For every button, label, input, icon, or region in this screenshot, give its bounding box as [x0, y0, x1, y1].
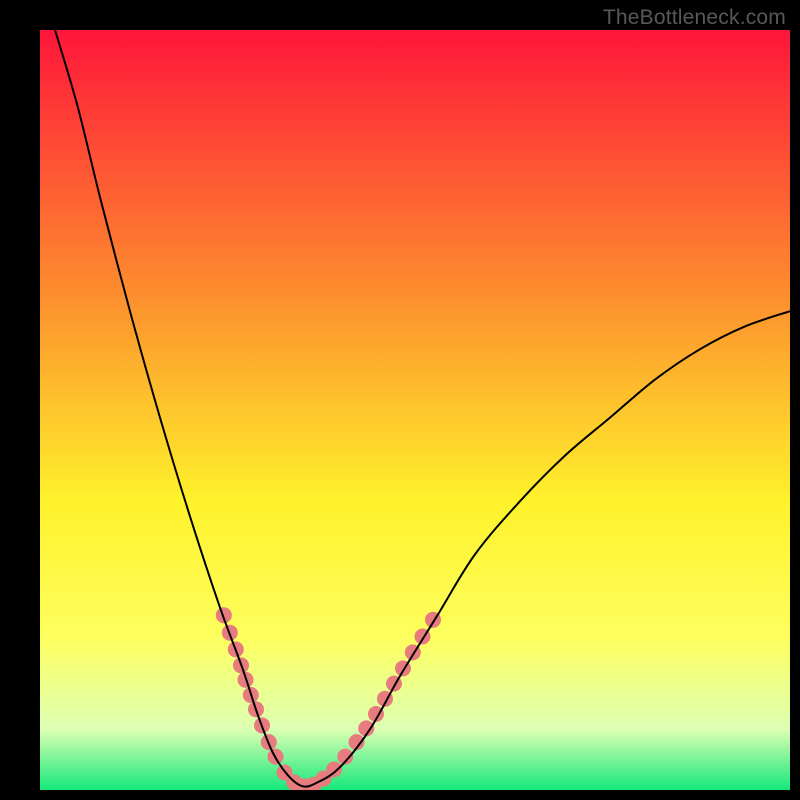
chart-container: TheBottleneck.com [0, 0, 800, 800]
plot-area [40, 30, 790, 790]
watermark-label: TheBottleneck.com [603, 6, 786, 30]
marker-dot [326, 762, 342, 778]
gradient-background [40, 30, 790, 790]
chart-svg [40, 30, 790, 790]
